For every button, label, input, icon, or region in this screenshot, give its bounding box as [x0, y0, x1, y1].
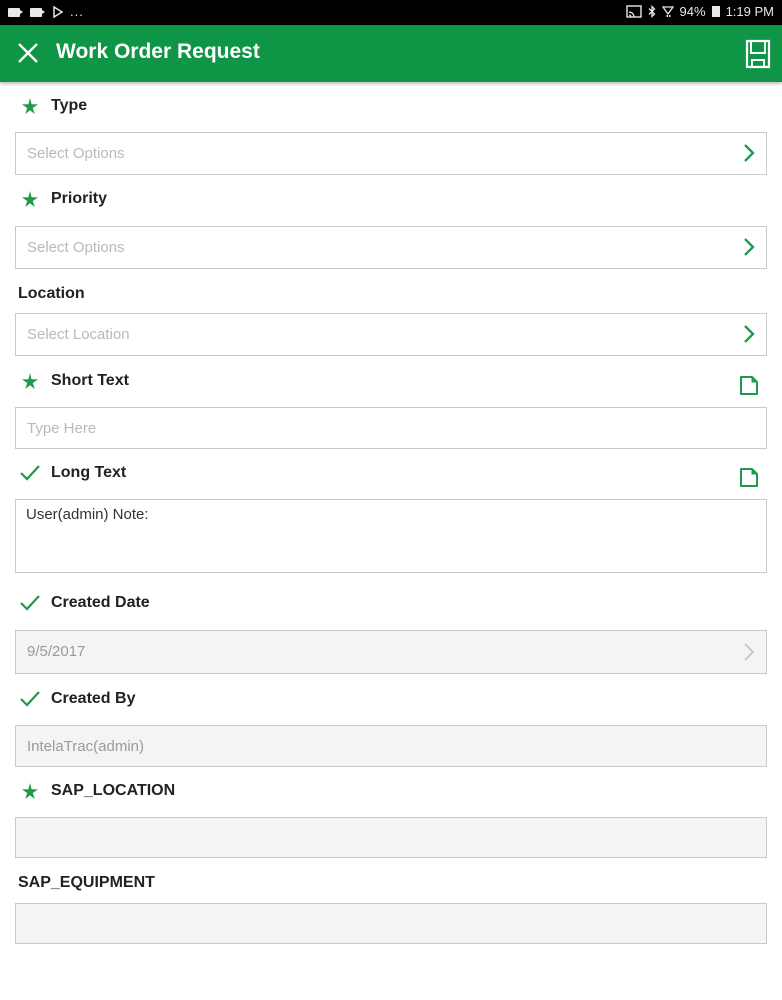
app-bar: Work Order Request: [0, 25, 782, 82]
close-icon[interactable]: [17, 42, 39, 64]
save-icon[interactable]: [745, 39, 771, 69]
status-bar-left: ...: [8, 4, 84, 19]
priority-placeholder: Select Options: [27, 239, 125, 256]
check-icon: [20, 465, 40, 481]
document-icon[interactable]: [739, 375, 759, 396]
battery-percent: 94%: [679, 4, 706, 19]
type-label: Type: [20, 96, 87, 116]
cast-icon: [625, 5, 642, 18]
sap-location-field[interactable]: [15, 817, 767, 858]
video-notification-icon: [30, 7, 45, 17]
chevron-right-icon: [744, 643, 755, 661]
long-text-label-text: Long Text: [51, 464, 127, 481]
created-date-label: Created Date: [20, 593, 150, 613]
chevron-right-icon: [744, 144, 755, 162]
chevron-right-icon: [744, 325, 755, 343]
priority-select[interactable]: Select Options: [15, 226, 767, 269]
short-text-placeholder: Type Here: [27, 420, 97, 437]
play-store-icon: [53, 6, 64, 18]
created-date-field[interactable]: 9/5/2017: [15, 630, 767, 674]
long-text-value: User(admin) Note:: [26, 506, 149, 523]
sap-equipment-field[interactable]: [15, 903, 767, 944]
video-notification-icon: [8, 7, 23, 17]
chevron-right-icon: [744, 238, 755, 256]
long-text-label: Long Text: [20, 463, 126, 483]
location-label-text: Location: [18, 285, 85, 302]
required-star-icon: [22, 98, 38, 114]
clock: 1:19 PM: [725, 4, 774, 19]
check-icon: [20, 595, 40, 611]
type-placeholder: Select Options: [27, 145, 125, 162]
sap-equipment-label-text: SAP_EQUIPMENT: [18, 874, 155, 891]
bluetooth-icon: [648, 5, 655, 18]
overflow-notifications: ...: [70, 4, 84, 19]
short-text-label: Short Text: [20, 371, 129, 391]
required-star-icon: [22, 191, 38, 207]
short-text-label-text: Short Text: [51, 372, 129, 389]
type-label-text: Type: [51, 97, 88, 114]
required-star-icon: [22, 783, 38, 799]
location-select[interactable]: Select Location: [15, 313, 767, 356]
location-placeholder: Select Location: [27, 326, 130, 343]
priority-label-text: Priority: [51, 190, 108, 207]
created-by-label: Created By: [20, 689, 135, 709]
created-by-field: IntelaTrac(admin): [15, 725, 767, 767]
required-star-icon: [22, 373, 38, 389]
created-by-value: IntelaTrac(admin): [27, 738, 144, 755]
check-icon: [20, 691, 40, 707]
document-icon[interactable]: [739, 467, 759, 488]
page-title: Work Order Request: [56, 40, 260, 63]
sap-location-label-text: SAP_LOCATION: [51, 782, 176, 799]
wifi-icon: [661, 6, 674, 17]
status-bar: ... 94% 1:19 PM: [0, 0, 782, 25]
type-select[interactable]: Select Options: [15, 132, 767, 175]
created-by-label-text: Created By: [51, 690, 136, 707]
created-date-value: 9/5/2017: [27, 643, 86, 660]
status-bar-right: 94% 1:19 PM: [625, 4, 774, 19]
location-label: Location: [18, 285, 85, 303]
short-text-input[interactable]: Type Here: [15, 407, 767, 449]
priority-label: Priority: [20, 189, 107, 209]
created-date-label-text: Created Date: [51, 594, 150, 611]
battery-icon: [711, 6, 720, 17]
long-text-textarea[interactable]: User(admin) Note:: [15, 499, 767, 573]
sap-location-label: SAP_LOCATION: [20, 781, 175, 801]
sap-equipment-label: SAP_EQUIPMENT: [18, 874, 155, 892]
